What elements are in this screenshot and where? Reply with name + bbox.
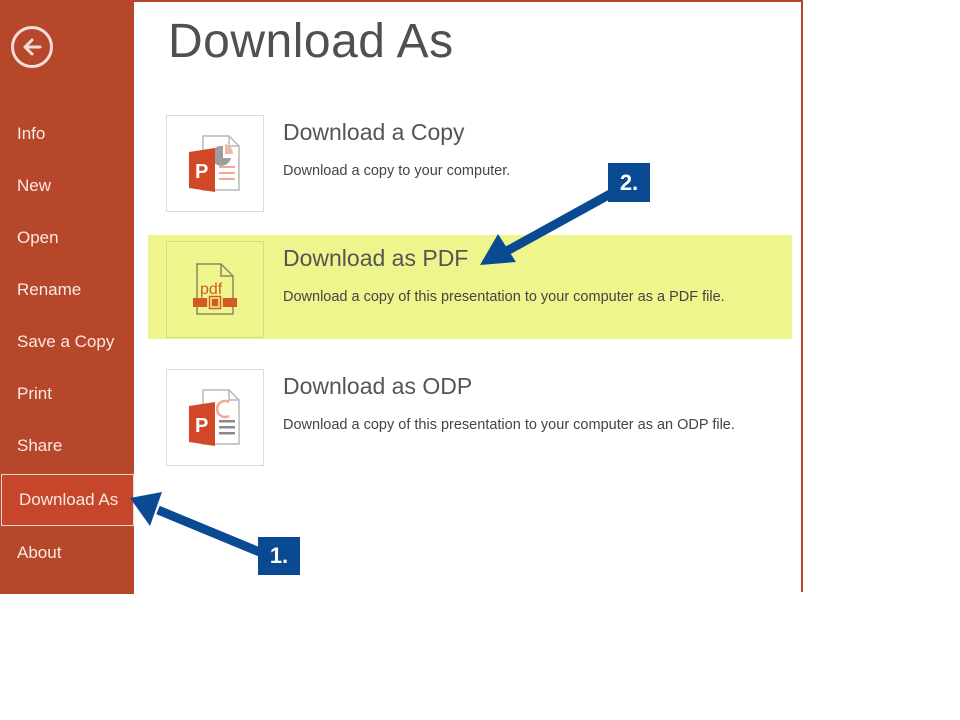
sidebar-item-download-as[interactable]: Download As [1,474,134,526]
sidebar-item-open[interactable]: Open [0,212,134,264]
sidebar-item-label: About [17,543,62,562]
sidebar-item-label: Share [17,436,63,455]
sidebar-item-label: Info [17,124,46,143]
back-button[interactable] [11,26,53,68]
sidebar-item-new[interactable]: New [0,160,134,212]
backstage-window: Info New Open Rename Save a Copy Print S… [0,0,803,594]
option-download-odp[interactable]: P Download as ODP Download a copy of thi… [148,363,792,467]
svg-text:P: P [195,161,208,183]
option-description: Download a copy to your computer. [283,163,511,179]
sidebar-item-print[interactable]: Print [0,368,134,420]
sidebar-item-label: Open [17,228,59,247]
sidebar-item-label: Print [17,384,52,403]
download-pdf-thumbnail[interactable]: pdf [166,241,264,338]
annotation-callout-1: 1. [258,537,300,575]
sidebar-item-save-a-copy[interactable]: Save a Copy [0,316,134,368]
option-title[interactable]: Download as PDF [283,245,468,272]
page-title: Download As [168,15,454,68]
sidebar-item-label: Save a Copy [17,332,115,351]
option-description: Download a copy of this presentation to … [283,417,735,433]
option-title[interactable]: Download as ODP [283,373,472,400]
svg-text:P: P [195,415,208,437]
sidebar-item-info[interactable]: Info [0,108,134,160]
back-arrow-icon [23,38,42,56]
sidebar-item-label: Rename [17,280,82,299]
download-copy-thumbnail[interactable]: P [166,115,264,212]
option-title[interactable]: Download a Copy [283,119,465,146]
main-panel: Download As P Download a Copy Download a… [134,2,799,592]
option-description: Download a copy of this presentation to … [283,289,725,305]
sidebar: Info New Open Rename Save a Copy Print S… [0,2,134,594]
option-download-pdf[interactable]: pdf Download as PDF Download a copy of t… [148,235,792,339]
sidebar-item-label: Download As [19,490,119,509]
sidebar-item-about[interactable]: About [0,527,134,579]
odp-file-icon: P [189,388,240,446]
option-download-copy[interactable]: P Download a Copy Download a copy to you… [148,109,792,213]
annotation-callout-2: 2. [608,163,650,202]
pdf-file-icon: pdf [193,262,237,315]
sidebar-item-rename[interactable]: Rename [0,264,134,316]
sidebar-item-label: New [17,176,52,195]
download-odp-thumbnail[interactable]: P [166,369,264,466]
sidebar-item-share[interactable]: Share [0,420,134,472]
powerpoint-file-icon: P [189,134,240,192]
